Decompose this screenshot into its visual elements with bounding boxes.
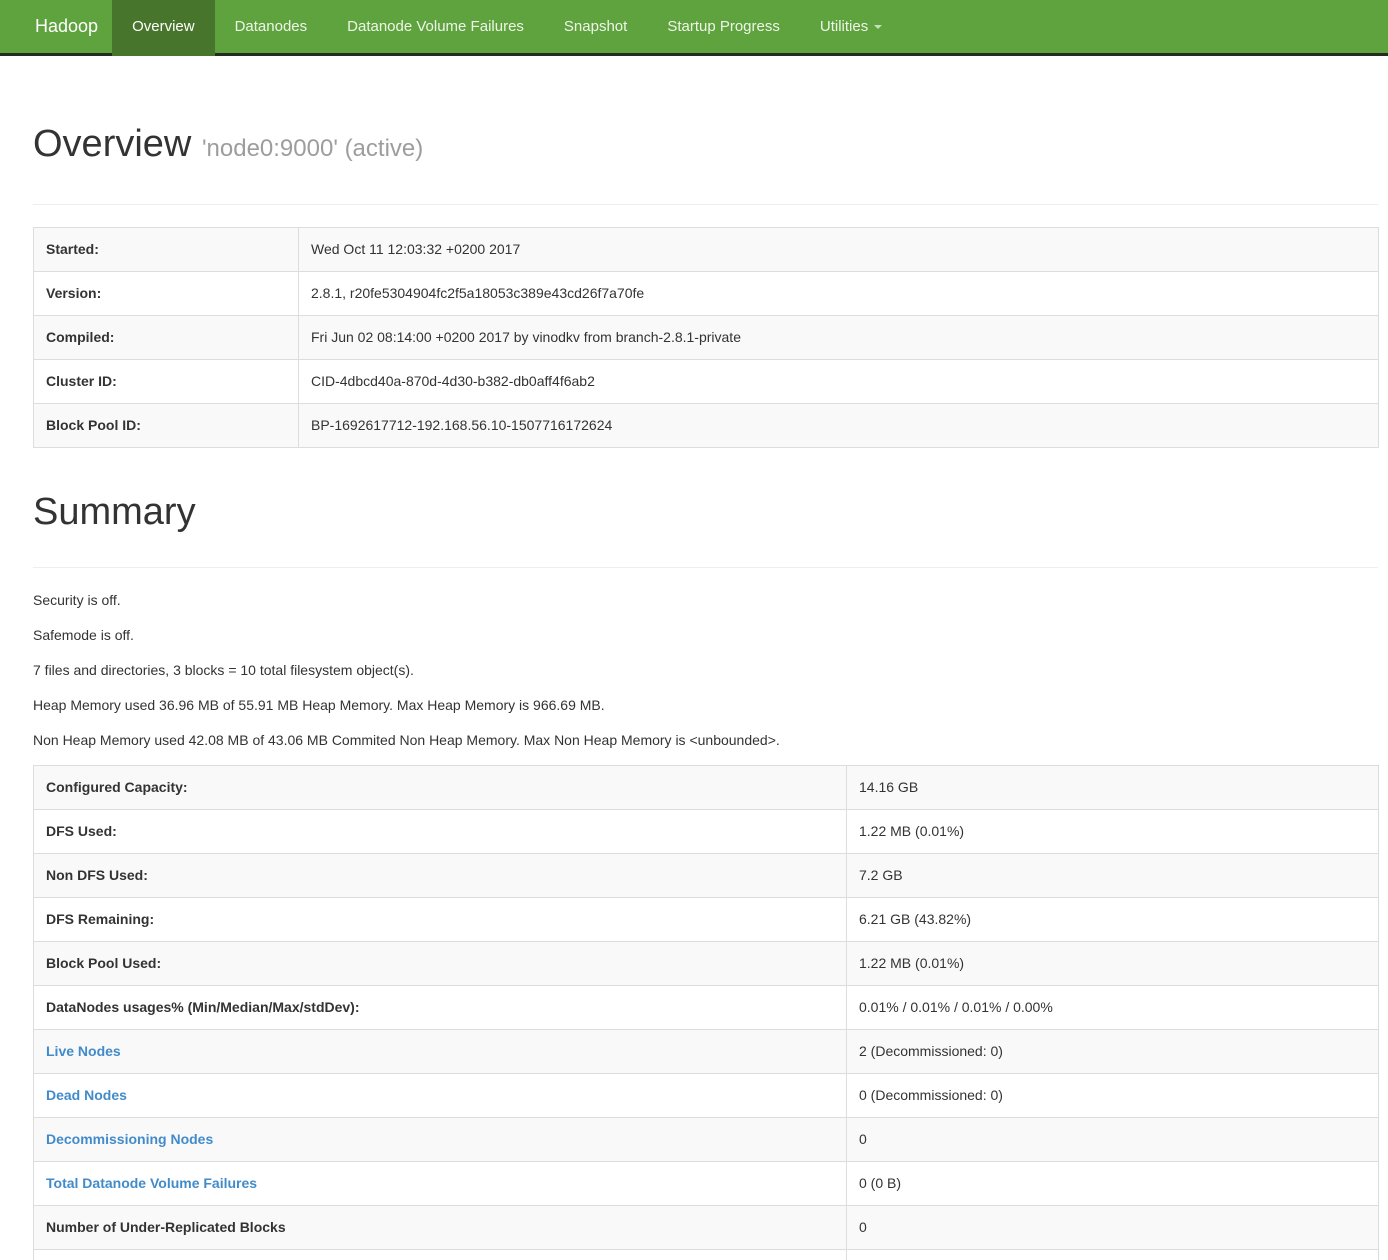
overview-header: Overview 'node0:9000' (active) xyxy=(33,123,1378,205)
table-row: Block Pool Used:1.22 MB (0.01%) xyxy=(34,942,1379,986)
row-value: Wed Oct 11 12:03:32 +0200 2017 xyxy=(299,228,1379,272)
row-value: Fri Jun 02 08:14:00 +0200 2017 by vinodk… xyxy=(299,316,1379,360)
summary-paragraphs: Security is off. Safemode is off. 7 files … xyxy=(33,590,1378,750)
table-row: Block Pool ID:BP-1692617712-192.168.56.1… xyxy=(34,404,1379,448)
table-row: Cluster ID:CID-4dbcd40a-870d-4d30-b382-d… xyxy=(34,360,1379,404)
page-title-text: Overview xyxy=(33,123,191,165)
row-label: DataNodes usages% (Min/Median/Max/stdDev… xyxy=(34,986,847,1030)
summary-line: Heap Memory used 36.96 MB of 55.91 MB He… xyxy=(33,695,1378,715)
row-value: 2 (Decommissioned: 0) xyxy=(847,1030,1379,1074)
summary-title: Summary xyxy=(33,491,1378,533)
table-row: Number of Under-Replicated Blocks0 xyxy=(34,1206,1379,1250)
row-label: Number of Under-Replicated Blocks xyxy=(34,1206,847,1250)
page-title: Overview 'node0:9000' (active) xyxy=(33,123,1378,170)
nav-item-overview[interactable]: Overview xyxy=(112,0,215,56)
navbar-menu: OverviewDatanodesDatanode Volume Failure… xyxy=(112,0,902,56)
row-label: Block Pool Used: xyxy=(34,942,847,986)
table-row: DataNodes usages% (Min/Median/Max/stdDev… xyxy=(34,986,1379,1030)
dead-nodes-link[interactable]: Dead Nodes xyxy=(46,1087,127,1103)
row-label: Live Nodes xyxy=(34,1030,847,1074)
row-label: Non DFS Used: xyxy=(34,854,847,898)
row-value: 0 xyxy=(847,1250,1379,1260)
row-label: Started: xyxy=(34,228,299,272)
table-row: Dead Nodes 0 (Decommissioned: 0) xyxy=(34,1074,1379,1118)
caret-down-icon xyxy=(874,25,882,29)
table-row: Compiled:Fri Jun 02 08:14:00 +0200 2017 … xyxy=(34,316,1379,360)
page-subtitle: 'node0:9000' (active) xyxy=(202,135,423,162)
table-row: Configured Capacity:14.16 GB xyxy=(34,766,1379,810)
row-label: Number of Blocks Pending Deletion xyxy=(34,1250,847,1260)
row-value: 0 (0 B) xyxy=(847,1162,1379,1206)
table-row: Decommissioning Nodes 0 xyxy=(34,1118,1379,1162)
page-content: Overview 'node0:9000' (active) Started:W… xyxy=(0,123,1388,1260)
table-row: Non DFS Used:7.2 GB xyxy=(34,854,1379,898)
row-label: Dead Nodes xyxy=(34,1074,847,1118)
namenode-info-table: Started:Wed Oct 11 12:03:32 +0200 2017Ve… xyxy=(33,227,1379,448)
nav-item-datanodes[interactable]: Datanodes xyxy=(215,0,328,53)
row-value: 0.01% / 0.01% / 0.01% / 0.00% xyxy=(847,986,1379,1030)
nav-item-startup-progress[interactable]: Startup Progress xyxy=(647,0,800,53)
table-row: Total Datanode Volume Failures 0 (0 B) xyxy=(34,1162,1379,1206)
row-label: Cluster ID: xyxy=(34,360,299,404)
row-value: CID-4dbcd40a-870d-4d30-b382-db0aff4f6ab2 xyxy=(299,360,1379,404)
row-value: 0 xyxy=(847,1118,1379,1162)
row-label: Version: xyxy=(34,272,299,316)
row-value: 6.21 GB (43.82%) xyxy=(847,898,1379,942)
row-label: Compiled: xyxy=(34,316,299,360)
row-value: 14.16 GB xyxy=(847,766,1379,810)
table-row: DFS Used:1.22 MB (0.01%) xyxy=(34,810,1379,854)
row-label: Block Pool ID: xyxy=(34,404,299,448)
table-row: Started:Wed Oct 11 12:03:32 +0200 2017 xyxy=(34,228,1379,272)
summary-table: Configured Capacity:14.16 GBDFS Used:1.2… xyxy=(33,765,1379,1260)
row-label: Configured Capacity: xyxy=(34,766,847,810)
decommissioning-nodes-link[interactable]: Decommissioning Nodes xyxy=(46,1131,213,1147)
navbar-brand[interactable]: Hadoop xyxy=(0,0,112,53)
nav-item-datanode-volume-failures[interactable]: Datanode Volume Failures xyxy=(327,0,544,53)
live-nodes-link[interactable]: Live Nodes xyxy=(46,1043,121,1059)
nav-item-snapshot[interactable]: Snapshot xyxy=(544,0,647,53)
summary-line: Safemode is off. xyxy=(33,625,1378,645)
navbar: Hadoop OverviewDatanodesDatanode Volume … xyxy=(0,0,1388,56)
row-label: DFS Remaining: xyxy=(34,898,847,942)
summary-line: Non Heap Memory used 42.08 MB of 43.06 M… xyxy=(33,730,1378,750)
row-value: BP-1692617712-192.168.56.10-150771617262… xyxy=(299,404,1379,448)
row-value: 2.8.1, r20fe5304904fc2f5a18053c389e43cd2… xyxy=(299,272,1379,316)
summary-header: Summary xyxy=(33,491,1378,568)
table-row: Version:2.8.1, r20fe5304904fc2f5a18053c3… xyxy=(34,272,1379,316)
row-label: Total Datanode Volume Failures xyxy=(34,1162,847,1206)
nav-item-utilities[interactable]: Utilities xyxy=(800,0,902,53)
row-value: 1.22 MB (0.01%) xyxy=(847,942,1379,986)
row-value: 0 xyxy=(847,1206,1379,1250)
row-value: 0 (Decommissioned: 0) xyxy=(847,1074,1379,1118)
table-row: DFS Remaining:6.21 GB (43.82%) xyxy=(34,898,1379,942)
table-row: Number of Blocks Pending Deletion0 xyxy=(34,1250,1379,1260)
row-value: 1.22 MB (0.01%) xyxy=(847,810,1379,854)
row-value: 7.2 GB xyxy=(847,854,1379,898)
summary-line: Security is off. xyxy=(33,590,1378,610)
row-label: Decommissioning Nodes xyxy=(34,1118,847,1162)
row-label: DFS Used: xyxy=(34,810,847,854)
summary-line: 7 files and directories, 3 blocks = 10 t… xyxy=(33,660,1378,680)
total-datanode-volume-failures-link[interactable]: Total Datanode Volume Failures xyxy=(46,1175,257,1191)
table-row: Live Nodes 2 (Decommissioned: 0) xyxy=(34,1030,1379,1074)
